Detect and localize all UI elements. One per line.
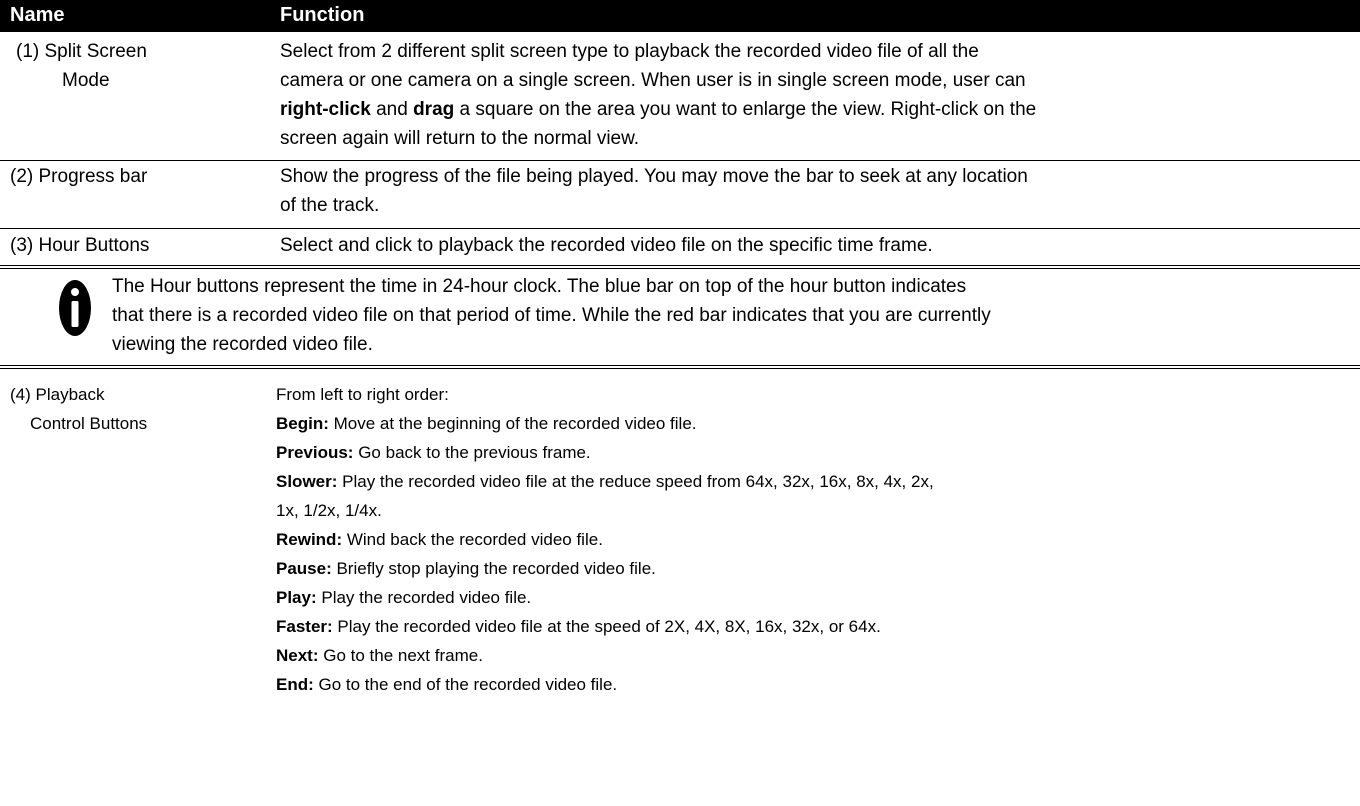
row1-name-line1: (1) Split Screen: [16, 41, 147, 62]
playback-item: End: Go to the end of the recorded video…: [276, 670, 617, 699]
playback-item-text: 1x, 1/2x, 1/4x.: [276, 501, 382, 520]
playback-item-label: Pause:: [276, 559, 332, 578]
playback-item-text: Play the recorded video file at the redu…: [337, 472, 934, 491]
note-line3: viewing the recorded video file.: [112, 334, 373, 355]
playback-item: Begin: Move at the beginning of the reco…: [276, 409, 697, 438]
note-line1: The Hour buttons represent the time in 2…: [112, 276, 967, 297]
row4-name-line1: (4) Playback: [10, 385, 105, 404]
row2-func-line2: of the track.: [280, 195, 380, 216]
row-divider: [0, 228, 1360, 229]
playback-item: Previous: Go back to the previous frame.: [276, 438, 591, 467]
row1-func-text-a: and: [370, 99, 414, 120]
playback-intro: From left to right order:: [276, 385, 449, 404]
row2-func-line1: Show the progress of the file being play…: [280, 166, 1028, 187]
row1-func-text-b: a square on the area you want to enlarge…: [454, 99, 1037, 120]
drag-term: drag: [413, 99, 455, 120]
playback-item-text: Go back to the previous frame.: [353, 443, 591, 462]
info-icon: [59, 280, 91, 336]
row4-name-line2: Control Buttons: [30, 414, 148, 433]
playback-item-text: Go to the next frame.: [318, 646, 483, 665]
playback-item-label: Rewind:: [276, 530, 343, 549]
header-name: Name: [10, 4, 65, 26]
playback-item: Rewind: Wind back the recorded video fil…: [276, 525, 603, 554]
playback-item-label: Faster:: [276, 617, 333, 636]
playback-item: 1x, 1/2x, 1/4x.: [276, 496, 382, 525]
row1-func-line2: camera or one camera on a single screen.…: [280, 70, 1026, 91]
playback-item-label: End:: [276, 675, 314, 694]
playback-item-text: Play the recorded video file.: [316, 588, 532, 607]
playback-item-text: Briefly stop playing the recorded video …: [331, 559, 656, 578]
row1-func-line3: right-click and drag a square on the are…: [280, 95, 1036, 124]
row1-func-line4: screen again will return to the normal v…: [280, 128, 640, 149]
playback-item-label: Slower:: [276, 472, 338, 491]
playback-item: Next: Go to the next frame.: [276, 641, 483, 670]
playback-item-label: Begin:: [276, 414, 329, 433]
playback-item-label: Next:: [276, 646, 319, 665]
playback-item: Pause: Briefly stop playing the recorded…: [276, 554, 656, 583]
row1-name-line2: Mode: [62, 70, 110, 91]
header-function: Function: [280, 4, 365, 26]
playback-item: Slower: Play the recorded video file at …: [276, 467, 934, 496]
playback-item-text: Go to the end of the recorded video file…: [313, 675, 618, 694]
playback-item: Play: Play the recorded video file.: [276, 583, 531, 612]
row3-func-line1: Select and click to playback the recorde…: [280, 235, 933, 256]
row1-func-line1: Select from 2 different split screen typ…: [280, 41, 979, 62]
right-click-term: right-click: [280, 99, 371, 120]
playback-item-text: Play the recorded video file at the spee…: [332, 617, 881, 636]
section-double-rule: [0, 265, 1360, 269]
playback-item: Faster: Play the recorded video file at …: [276, 612, 881, 641]
playback-item-text: Move at the beginning of the recorded vi…: [328, 414, 697, 433]
playback-item-label: Previous:: [276, 443, 354, 462]
row3-name: (3) Hour Buttons: [10, 235, 150, 256]
table-header: Name Function: [0, 0, 1360, 32]
row2-name: (2) Progress bar: [10, 166, 148, 187]
playback-item-label: Play:: [276, 588, 317, 607]
row-divider: [0, 160, 1360, 161]
note-line2: that there is a recorded video file on t…: [112, 305, 991, 326]
section-double-rule: [0, 365, 1360, 369]
playback-item-text: Wind back the recorded video file.: [342, 530, 603, 549]
